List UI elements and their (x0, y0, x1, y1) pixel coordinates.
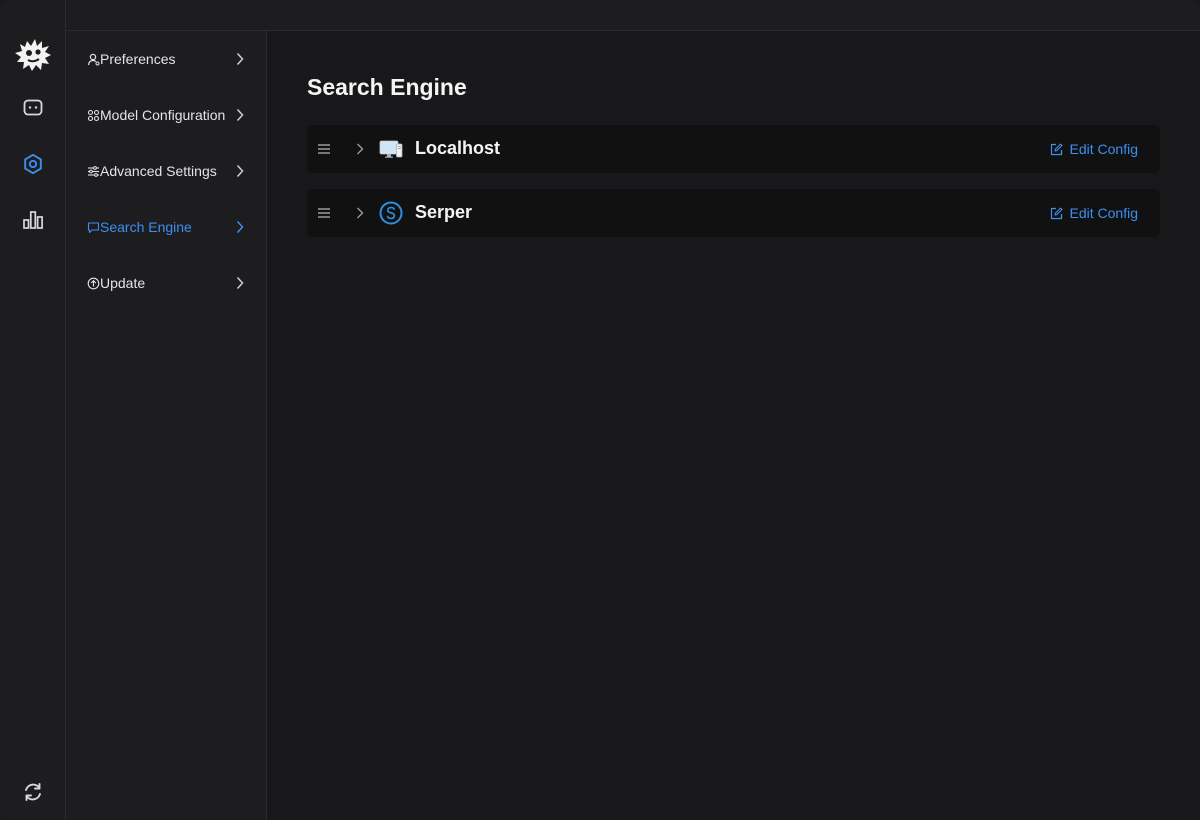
chevron-right-icon (236, 108, 244, 122)
update-icon (86, 276, 100, 290)
nav-item-label: Search Engine (100, 219, 192, 235)
edit-icon (1050, 143, 1062, 155)
nav-item-label: Model Configuration (100, 107, 226, 123)
drag-handle-icon[interactable] (317, 206, 331, 220)
chevron-right-icon (236, 52, 244, 66)
title-bar[interactable] (0, 0, 1200, 31)
nav-item-label: Update (100, 275, 146, 291)
search-engine-icon (86, 220, 100, 234)
chat-icon (23, 99, 43, 116)
refresh-icon (25, 783, 41, 801)
bar-chart-icon (23, 211, 43, 229)
app-window: Preferences Model Configuration Advanced… (0, 0, 1200, 820)
chevron-right-icon[interactable] (355, 205, 365, 221)
settings-nav: Preferences Model Configuration Advanced… (66, 31, 267, 820)
nav-item-label: Preferences (100, 51, 176, 67)
model-icon (86, 108, 100, 122)
monitor-icon (379, 140, 403, 158)
nav-item-update[interactable]: Update (86, 271, 256, 295)
page-title: Search Engine (307, 74, 467, 100)
drag-handle-icon[interactable] (317, 142, 331, 156)
chevron-right-icon (236, 164, 244, 178)
nav-item-search-engine[interactable]: Search Engine (86, 215, 256, 239)
nav-item-preferences[interactable]: Preferences (86, 47, 256, 71)
edit-config-label: Edit Config (1069, 141, 1138, 157)
main-content: Search Engine Localhost Edit Config Serp… (267, 31, 1200, 820)
engine-card-localhost: Localhost Edit Config (307, 125, 1160, 173)
icon-rail (0, 0, 66, 820)
nav-item-advanced-settings[interactable]: Advanced Settings (86, 159, 256, 183)
rail-chat-button[interactable] (17, 92, 49, 124)
rail-sync-button[interactable] (17, 776, 49, 808)
rail-settings-button[interactable] (17, 148, 49, 180)
engine-card-serper: Serper Edit Config (307, 189, 1160, 237)
user-icon (86, 52, 100, 66)
chevron-right-icon[interactable] (355, 141, 365, 157)
edit-config-button[interactable]: Edit Config (1050, 140, 1138, 158)
nav-item-label: Advanced Settings (100, 163, 217, 179)
edit-icon (1050, 207, 1062, 219)
rail-stats-button[interactable] (17, 204, 49, 236)
chevron-right-icon (236, 276, 244, 290)
edit-config-label: Edit Config (1069, 205, 1138, 221)
serper-s-icon (379, 201, 403, 225)
sliders-icon (86, 164, 100, 178)
nav-item-model-configuration[interactable]: Model Configuration (86, 103, 256, 127)
gear-icon (24, 153, 42, 175)
edit-config-button[interactable]: Edit Config (1050, 204, 1138, 222)
engine-name: Localhost (415, 138, 501, 158)
chevron-right-icon (236, 220, 244, 234)
engine-name: Serper (415, 202, 473, 222)
app-logo-icon (15, 39, 51, 71)
